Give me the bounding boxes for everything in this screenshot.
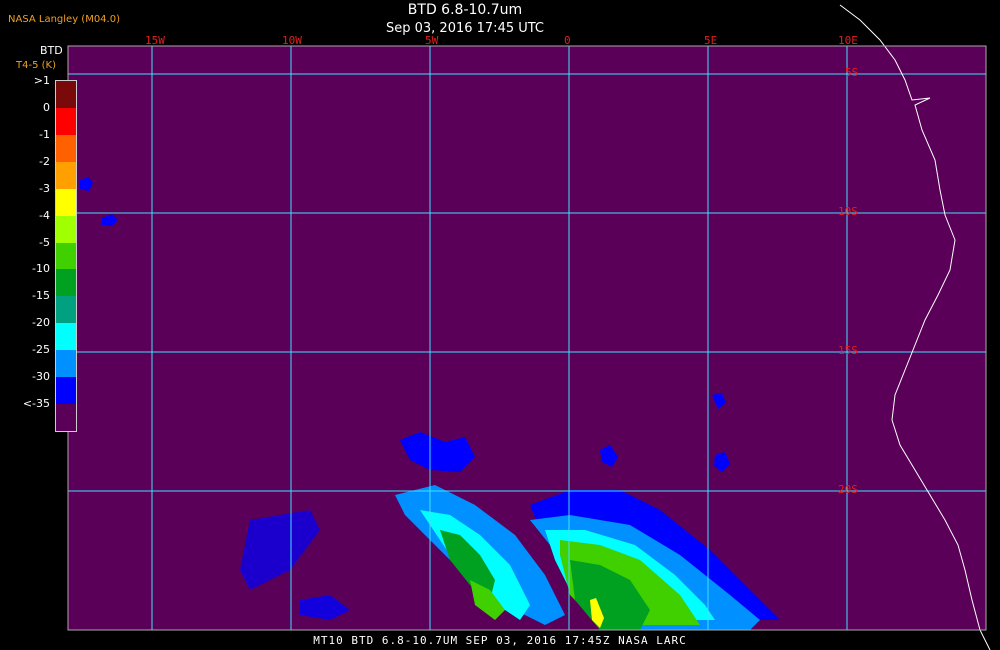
legend-label: -2 <box>39 154 50 168</box>
lon-label-10e: 10E <box>838 34 858 47</box>
lat-label-15s: 15S <box>838 344 858 357</box>
legend-label: -20 <box>32 316 50 330</box>
legend-label: -3 <box>39 181 50 195</box>
legend-label: -4 <box>39 208 50 222</box>
lon-label-10w: 10W <box>282 34 302 47</box>
legend-label: -1 <box>39 127 50 141</box>
legend-label: -15 <box>32 289 50 303</box>
satellite-map <box>67 4 991 650</box>
legend-label: <-35 <box>22 397 50 411</box>
legend-swatch <box>56 269 76 297</box>
legend-label: -25 <box>32 343 50 357</box>
legend-swatch <box>56 242 76 270</box>
legend-swatch <box>56 404 76 431</box>
legend-swatch <box>56 107 76 135</box>
map-background <box>68 46 986 630</box>
lon-label-5e: 5E <box>704 34 718 47</box>
legend-label: -10 <box>32 262 50 276</box>
legend-swatch <box>56 350 76 378</box>
legend-swatch <box>56 296 76 324</box>
legend-units: T4-5 (K) <box>16 60 56 71</box>
lat-label-5s: 5S <box>845 66 859 79</box>
lat-label-10s: 10S <box>838 205 858 218</box>
legend-label: -5 <box>39 235 50 249</box>
legend-label: 0 <box>43 100 50 114</box>
legend-swatch <box>56 134 76 162</box>
lat-label-20s: 20S <box>838 483 858 496</box>
legend-label: >1 <box>33 74 50 87</box>
legend-title: BTD <box>40 44 63 57</box>
footer-caption: MT10 BTD 6.8-10.7UM SEP 03, 2016 17:45Z … <box>313 634 687 647</box>
lon-label-0: 0 <box>564 34 571 47</box>
legend-label: -30 <box>32 370 50 384</box>
legend-swatch <box>56 81 76 108</box>
legend-swatch <box>56 323 76 351</box>
lon-label-15w: 15W <box>145 34 165 47</box>
legend-swatch <box>56 161 76 189</box>
legend-swatch <box>56 188 76 216</box>
lon-label-5w: 5W <box>425 34 439 47</box>
legend-swatch <box>56 377 76 405</box>
color-scale <box>55 80 77 432</box>
legend-swatch <box>56 215 76 243</box>
